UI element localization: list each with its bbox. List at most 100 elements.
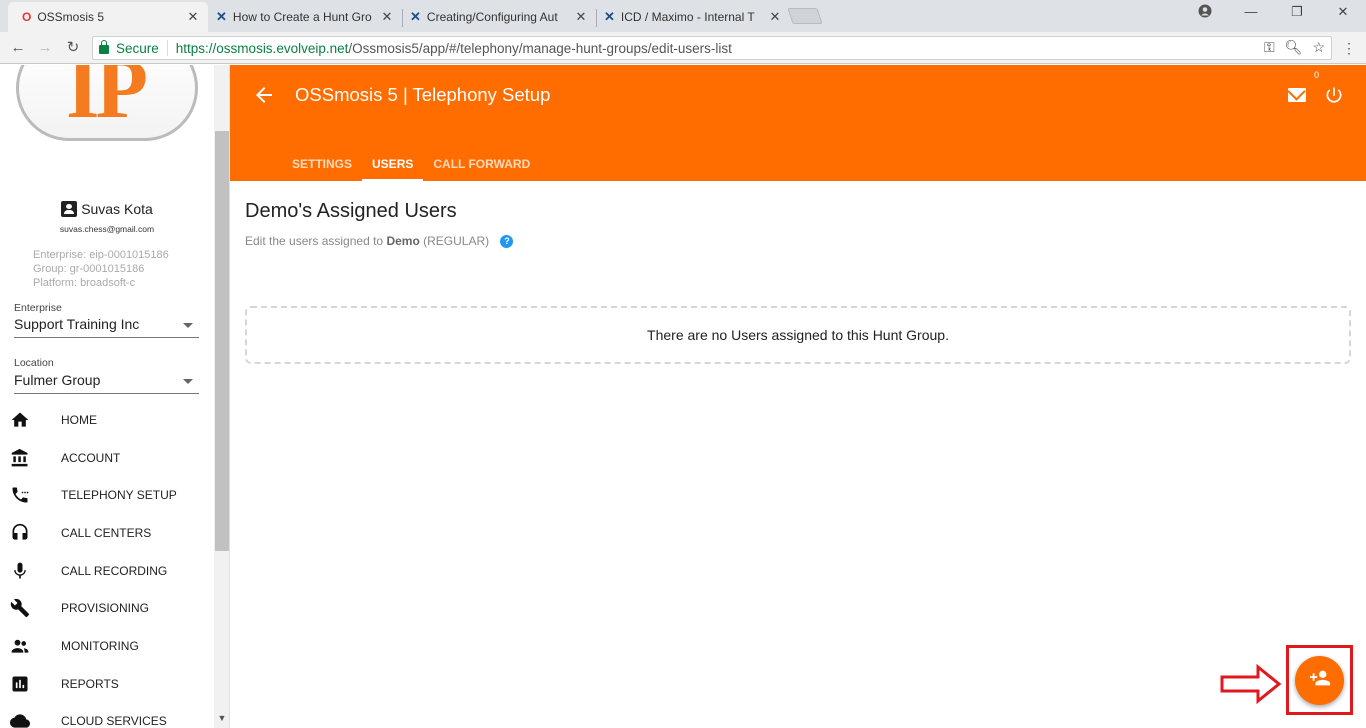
help-icon[interactable]: ?: [500, 235, 514, 249]
sidebar-item-cloud-services[interactable]: CLOUD SERVICES: [0, 703, 214, 728]
tab-call-forward[interactable]: CALL FORWARD: [423, 147, 540, 181]
browser-tab-maximo[interactable]: ✕ ICD / Maximo - Internal T ✕: [590, 2, 790, 32]
sidebar-item-label: TELEPHONY SETUP: [61, 488, 177, 502]
empty-users-message: There are no Users assigned to this Hunt…: [245, 306, 1351, 364]
browser-tab-title: OSSmosis 5: [37, 10, 105, 24]
sidebar-item-label: ACCOUNT: [61, 451, 121, 465]
mail-count-badge: 0: [1314, 70, 1320, 80]
forward-icon[interactable]: →: [35, 38, 55, 58]
url-text[interactable]: https://ossmosis.evolveip.net/Ossmosis5/…: [168, 41, 732, 56]
url-host: https://ossmosis.evolveip.net: [175, 40, 349, 56]
cloud-icon: [10, 711, 30, 728]
enterprise-value: Support Training Inc: [14, 316, 140, 332]
star-icon[interactable]: ☆: [1312, 39, 1325, 56]
sidebar-item-monitoring[interactable]: MONITORING: [0, 628, 214, 664]
location-value: Fulmer Group: [14, 372, 101, 388]
close-icon[interactable]: ✕: [186, 9, 200, 25]
hunt-group-type: (REGULAR): [423, 234, 490, 248]
browser-tab-title: Creating/Configuring Aut: [426, 10, 558, 24]
home-icon: [10, 410, 30, 430]
location-select[interactable]: Fulmer Group: [14, 372, 199, 394]
browser-tab-hunt-group[interactable]: ✕ How to Create a Hunt Gro ✕: [202, 2, 403, 32]
restore-icon[interactable]: ❐: [1274, 4, 1320, 24]
hunt-group-name: Demo: [386, 234, 420, 248]
sidebar-item-label: HOME: [61, 413, 97, 427]
browser-tab-ossmosis[interactable]: O OSSmosis 5 ✕: [8, 2, 208, 32]
user-meta: Enterprise: eip-0001015186 Group: gr-000…: [33, 248, 169, 290]
tab-users[interactable]: USERS: [362, 147, 424, 181]
browser-tabstrip: O OSSmosis 5 ✕ ✕ How to Create a Hunt Gr…: [0, 0, 1366, 32]
tools-icon: ✕: [604, 9, 615, 24]
browser-toolbar: ← → ↻ Secure https://ossmosis.evolveip.n…: [0, 32, 1366, 64]
wrench-icon: [10, 598, 30, 618]
location-label: Location: [14, 357, 54, 369]
back-icon[interactable]: ←: [8, 38, 28, 58]
add-user-button[interactable]: [1295, 656, 1344, 705]
app-title: OSSmosis 5 | Telephony Setup: [295, 84, 551, 105]
sidebar-item-label: MONITORING: [61, 639, 139, 653]
sidebar: IP Suvas Kota suvas.chess@gmail.com Ente…: [0, 65, 230, 728]
chevron-down-icon: [183, 323, 193, 328]
enterprise-label: Enterprise: [14, 302, 62, 314]
sidebar-item-label: REPORTS: [61, 677, 119, 691]
group-meta: Group: gr-0001015186: [33, 263, 145, 275]
subtitle-prefix: Edit the users assigned to: [245, 234, 384, 248]
browser-tab-title: ICD / Maximo - Internal T: [620, 10, 755, 24]
profile-icon[interactable]: [1182, 4, 1228, 24]
reload-icon[interactable]: ↻: [63, 38, 83, 58]
enterprise-meta: Enterprise: eip-0001015186: [33, 249, 169, 261]
secure-indicator[interactable]: Secure: [93, 40, 168, 56]
sidebar-item-label: CALL CENTERS: [61, 526, 152, 540]
chevron-down-icon: [183, 379, 193, 384]
mail-icon[interactable]: [1288, 88, 1306, 102]
address-bar[interactable]: Secure https://ossmosis.evolveip.net/Oss…: [92, 36, 1332, 60]
browser-tab-configuring[interactable]: ✕ Creating/Configuring Aut ✕: [396, 2, 597, 32]
key-icon[interactable]: ⚿: [1264, 39, 1275, 56]
close-icon[interactable]: ✕: [380, 9, 394, 25]
sidebar-item-call-centers[interactable]: CALL CENTERS: [0, 515, 214, 551]
zoom-icon[interactable]: 🔍︎: [1285, 39, 1303, 56]
page-title: Demo's Assigned Users: [245, 200, 457, 222]
sidebar-item-telephony-setup[interactable]: TELEPHONY SETUP: [0, 477, 214, 513]
sidebar-scroll-thumb[interactable]: [215, 131, 229, 551]
sidebar-item-provisioning[interactable]: PROVISIONING: [0, 590, 214, 626]
evolve-ip-logo: IP: [66, 65, 148, 136]
bank-icon: [10, 448, 30, 468]
empty-message-text: There are no Users assigned to this Hunt…: [647, 327, 949, 343]
url-path: /Ossmosis5/app/#/telephony/manage-hunt-g…: [348, 40, 732, 56]
headset-icon: [10, 523, 30, 543]
microphone-icon: [10, 561, 30, 581]
lock-icon: [99, 40, 109, 54]
sidebar-item-call-recording[interactable]: CALL RECORDING: [0, 553, 214, 589]
sidebar-item-label: CALL RECORDING: [61, 564, 168, 578]
browser-menu-icon[interactable]: ⋮: [1342, 40, 1356, 57]
section-tabs: SETTINGS USERS CALL FORWARD: [282, 147, 540, 181]
sidebar-item-reports[interactable]: REPORTS: [0, 666, 214, 702]
close-icon[interactable]: ✕: [574, 9, 588, 25]
sidebar-item-account[interactable]: ACCOUNT: [0, 440, 214, 476]
new-tab-button[interactable]: [787, 8, 823, 24]
scroll-down-icon[interactable]: ▼: [215, 713, 229, 723]
phone-icon: [10, 485, 30, 505]
enterprise-select[interactable]: Support Training Inc: [14, 316, 199, 338]
user-block: Suvas Kota suvas.chess@gmail.com: [0, 201, 214, 234]
sidebar-item-label: PROVISIONING: [61, 601, 150, 615]
platform-meta: Platform: broadsoft-c: [33, 277, 136, 289]
browser-tab-title: How to Create a Hunt Gro: [232, 10, 372, 24]
power-icon[interactable]: [1324, 85, 1344, 105]
minimize-icon[interactable]: —: [1228, 4, 1274, 24]
tools-icon: ✕: [216, 9, 227, 24]
tab-settings[interactable]: SETTINGS: [282, 147, 362, 181]
user-email: suvas.chess@gmail.com: [59, 224, 155, 234]
secure-label: Secure: [116, 40, 159, 56]
window-close-icon[interactable]: ✕: [1320, 4, 1366, 24]
opera-logo-icon: O: [22, 10, 32, 24]
close-icon[interactable]: ✕: [768, 9, 782, 25]
user-name-row: Suvas Kota: [0, 201, 214, 217]
user-name: Suvas Kota: [81, 201, 153, 217]
arrow-back-icon[interactable]: [252, 83, 276, 107]
people-icon: [10, 636, 30, 656]
chart-icon: [10, 674, 30, 694]
sidebar-item-home[interactable]: HOME: [0, 402, 214, 438]
app-header: OSSmosis 5 | Telephony Setup 0 SETTINGS …: [230, 65, 1366, 181]
